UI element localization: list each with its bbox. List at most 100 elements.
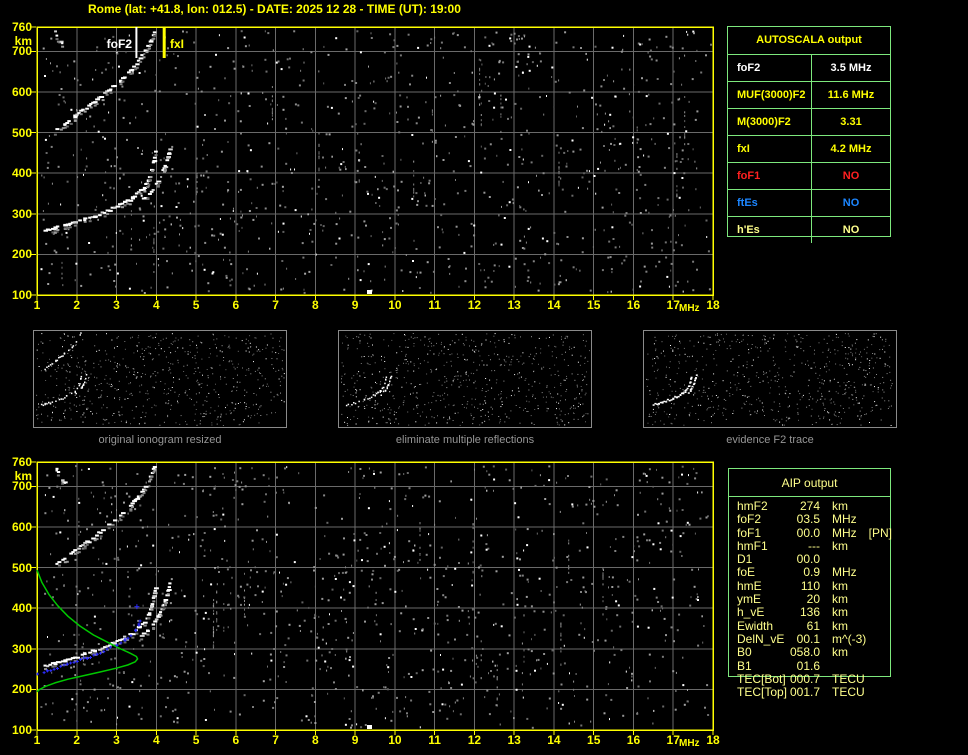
- aip-row: TEC[Bot] 000.7 TECU: [728, 671, 928, 686]
- aip-label: foF2: [737, 512, 762, 527]
- autoscala-row-value: 3.31: [840, 116, 862, 128]
- x-tick-label: 10: [388, 733, 402, 747]
- aip-label: ymE: [737, 592, 761, 607]
- y-tick-label: 500: [11, 560, 32, 575]
- aip-row: hmF1 --- km: [728, 538, 928, 553]
- aip-label: D1: [737, 552, 753, 567]
- y-tick-label: 760: [11, 455, 32, 469]
- autoscala-row: ftEs NO: [728, 190, 890, 217]
- aip-table-rows: hmF2 274 km foF2 03.5 MHz foF1 00.0 MHz [PN] hmF1 -…: [728, 499, 928, 699]
- y-tick-label: 500: [11, 125, 32, 140]
- aip-unit: m^(-3): [832, 631, 867, 646]
- aip-unit: MHz: [832, 565, 857, 580]
- autoscala-table-header: AUTOSCALA output: [728, 27, 890, 55]
- x-tick-label: 13: [507, 298, 521, 312]
- aip-unit: TECU: [832, 671, 865, 686]
- y-tick-label: 760: [11, 20, 32, 34]
- aip-value: 61: [806, 618, 820, 633]
- aip-unit: km: [832, 645, 848, 660]
- x-tick-label: 14: [547, 733, 561, 747]
- x-tick-label: 15: [587, 733, 601, 747]
- aip-label: hmF2: [737, 499, 768, 513]
- x-tick-label: 18: [706, 298, 720, 312]
- aip-row: TEC[Top] 001.7 TECU: [728, 686, 928, 699]
- aip-value: 136: [799, 605, 820, 620]
- aip-unit: MHz: [832, 525, 857, 540]
- autoscala-table: AUTOSCALA output foF2 3.5 MHz MUF(3000)F2 1…: [727, 26, 891, 243]
- plot-frame: [31, 26, 714, 300]
- x-tick-label: 4: [152, 733, 160, 747]
- autoscala-row-value: NO: [842, 224, 860, 236]
- thumbnail-ionogram: [643, 330, 897, 428]
- aip-label: TEC[Top]: [737, 685, 788, 700]
- y-tick-label: 600: [11, 519, 32, 534]
- autoscala-row: foF1 NO: [728, 163, 890, 190]
- aip-label: hmE: [737, 578, 762, 593]
- aip-value: 000.7: [789, 671, 820, 686]
- aip-unit: TECU: [832, 685, 865, 700]
- aip-row: D1 00.0: [728, 553, 928, 566]
- aip-label: B1: [737, 658, 752, 673]
- aip-row: DelN_vE 00.1 m^(-3): [728, 631, 928, 646]
- autoscala-row: MUF(3000)F2 11.6 MHz: [728, 82, 890, 109]
- x-tick-label: 12: [467, 733, 482, 747]
- aip-row: hmF2 274 km: [728, 499, 928, 513]
- y-axis-unit: km: [14, 469, 32, 483]
- x-axis-unit: MHz: [679, 303, 700, 314]
- autoscala-row: M(3000)F2 3.31: [728, 109, 890, 136]
- y-tick-label: 400: [11, 601, 32, 616]
- autoscala-row-value: NO: [842, 197, 860, 209]
- x-tick-label: 13: [507, 733, 521, 747]
- autoscala-row: fxI 4.2 MHz: [728, 136, 890, 163]
- aip-label: hmF1: [737, 538, 768, 553]
- autoscala-row-value: 11.6 MHz: [827, 89, 875, 101]
- y-tick-label: 600: [11, 84, 32, 99]
- x-tick-label: 7: [272, 733, 279, 747]
- aip-table-header: AIP output: [729, 469, 890, 497]
- aip-label: TEC[Bot]: [737, 671, 786, 686]
- aip-label: B0: [737, 645, 752, 660]
- autoscala-row-label: foF1: [728, 163, 812, 189]
- aip-value: 00.0: [796, 525, 820, 540]
- aip-value: 001.7: [789, 685, 820, 700]
- aip-row: B1 01.6: [728, 658, 928, 673]
- aip-unit: km: [832, 538, 848, 553]
- x-tick-label: 3: [113, 298, 120, 312]
- aip-row: h_vE 136 km: [728, 606, 928, 619]
- aip-label: foE: [737, 565, 756, 580]
- x-tick-label: 14: [547, 298, 561, 312]
- aip-row: foE 0.9 MHz: [728, 566, 928, 579]
- y-tick-label: 300: [11, 641, 32, 656]
- y-tick-label: 100: [11, 723, 32, 737]
- y-tick-label: 100: [11, 288, 32, 302]
- thumbnail-caption-1: original ionogram resized: [98, 434, 222, 446]
- aip-row: hmE 110 km: [728, 578, 928, 593]
- y-tick-label: 300: [11, 206, 32, 221]
- x-tick-label: 7: [272, 298, 279, 312]
- autoscala-row-value: 4.2 MHz: [830, 143, 872, 155]
- aip-value: 110: [800, 578, 820, 593]
- y-axis-unit: km: [14, 34, 32, 48]
- aip-value: 00.0: [796, 552, 820, 567]
- aip-value: 01.6: [796, 658, 820, 673]
- autoscala-row-label: MUF(3000)F2: [728, 82, 812, 108]
- x-tick-label: 6: [232, 298, 240, 312]
- aip-unit: km: [832, 605, 848, 620]
- autoscala-row-value: NO: [842, 170, 860, 182]
- autoscala-row-label: M(3000)F2: [728, 109, 812, 135]
- x-tick-label: 4: [152, 298, 160, 312]
- thumbnail-caption-2: eliminate multiple reflections: [395, 434, 535, 446]
- x-tick-label: 8: [312, 298, 319, 312]
- x-tick-label: 3: [113, 733, 120, 747]
- aip-unit: MHz: [832, 512, 857, 527]
- x-tick-label: 11: [428, 733, 441, 747]
- aip-extra: [PN]: [868, 525, 893, 540]
- x-tick-label: 11: [428, 298, 441, 312]
- autoscala-row-label: h'Es: [728, 217, 812, 243]
- x-tick-label: 16: [626, 298, 641, 312]
- autoscala-row: foF2 3.5 MHz: [728, 55, 890, 82]
- ionogram-trace: [43, 150, 158, 234]
- aip-label: Ewidth: [737, 618, 774, 633]
- x-tick-label: 16: [626, 733, 641, 747]
- autoscala-row-value: 3.5 MHz: [830, 62, 872, 74]
